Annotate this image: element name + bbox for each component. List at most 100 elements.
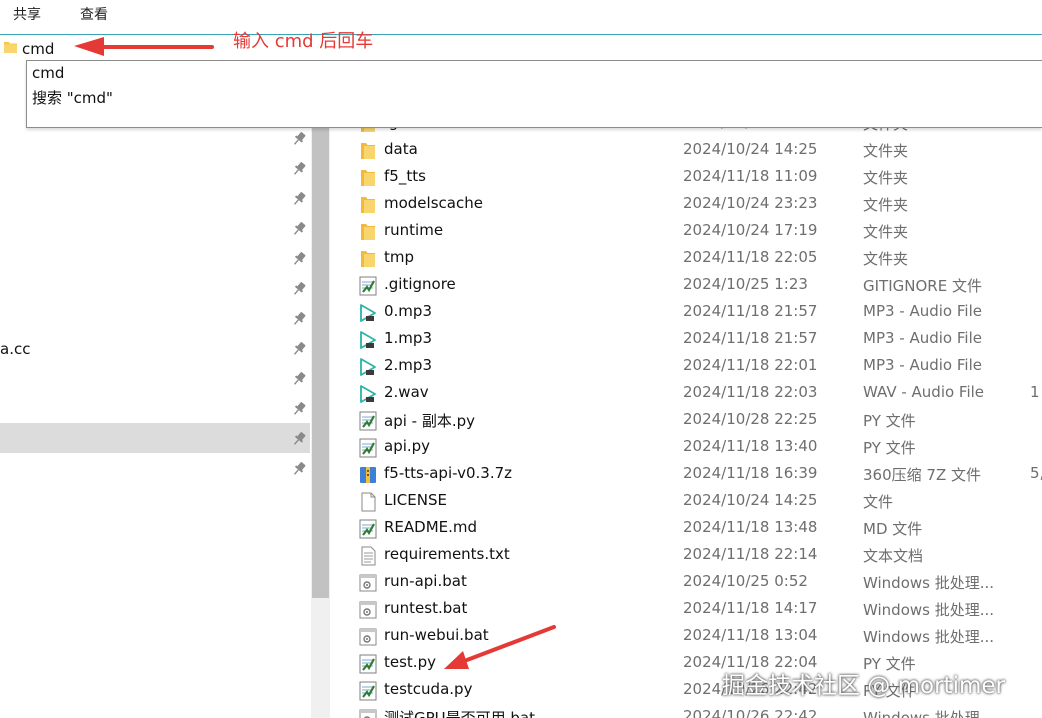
file-name: api - 副本.py xyxy=(384,412,475,430)
pin-icon[interactable] xyxy=(291,221,307,237)
file-date: 2024/10/24 14:25 xyxy=(683,140,818,158)
file-row[interactable]: f5_tts 2024/11/18 11:09 文件夹 xyxy=(330,164,1042,191)
pin-icon[interactable] xyxy=(291,131,307,147)
archive-icon xyxy=(360,467,376,483)
file-row[interactable]: run-api.bat 2024/10/25 0:52 Windows 批处理... xyxy=(330,569,1042,596)
dropdown-item-cmd[interactable]: cmd xyxy=(32,64,64,82)
file-row[interactable]: data 2024/10/24 14:25 文件夹 xyxy=(330,137,1042,164)
file-row[interactable]: api.py 2024/11/18 13:40 PY 文件 xyxy=(330,434,1042,461)
folder-icon xyxy=(361,197,375,213)
file-row[interactable]: 0.mp3 2024/11/18 21:57 MP3 - Audio File xyxy=(330,299,1042,326)
editor-file-icon xyxy=(359,654,377,674)
folder-icon xyxy=(361,170,375,186)
file-name: test.py xyxy=(384,653,436,671)
file-date: 2024/11/18 14:17 xyxy=(683,599,818,617)
file-row[interactable]: .gitignore 2024/10/25 1:23 GITIGNORE 文件 xyxy=(330,272,1042,299)
file-type: Windows 批处理... xyxy=(863,574,995,592)
audio-file-icon xyxy=(360,358,376,376)
file-row[interactable]: README.md 2024/11/18 13:48 MD 文件 xyxy=(330,515,1042,542)
folder-icon xyxy=(361,143,375,159)
pin-icon[interactable] xyxy=(291,341,307,357)
pin-icon[interactable] xyxy=(291,161,307,177)
nav-scrollbar-thumb[interactable] xyxy=(312,128,329,598)
file-date: 2024/11/18 13:04 xyxy=(683,626,818,644)
address-input[interactable] xyxy=(22,38,202,60)
pin-icon[interactable] xyxy=(291,281,307,297)
pin-icon[interactable] xyxy=(291,431,307,447)
blank-file-icon xyxy=(361,492,376,512)
file-row[interactable]: runtest.bat 2024/11/18 14:17 Windows 批处理..… xyxy=(330,596,1042,623)
file-row[interactable]: 2.wav 2024/11/18 22:03 WAV - Audio File 1 xyxy=(330,380,1042,407)
pin-icon[interactable] xyxy=(291,371,307,387)
file-row[interactable]: 1.mp3 2024/11/18 21:57 MP3 - Audio File xyxy=(330,326,1042,353)
dropdown-item-search-cmd[interactable]: 搜索 "cmd" xyxy=(32,87,113,108)
file-name: testcuda.py xyxy=(384,680,473,698)
address-autocomplete-dropdown: cmd 搜索 "cmd" xyxy=(26,60,1042,128)
file-name: README.md xyxy=(384,518,478,536)
file-type: MD 文件 xyxy=(863,520,923,538)
address-bar[interactable] xyxy=(0,36,1042,62)
file-type: 文件夹 xyxy=(863,169,909,187)
ribbon: 共享 查看 xyxy=(0,0,1042,30)
editor-file-icon xyxy=(359,411,377,431)
folder-icon xyxy=(361,251,375,267)
file-type: 文件夹 xyxy=(863,196,909,214)
nav-item-label[interactable]: a.cc xyxy=(0,340,30,358)
ribbon-tab-view[interactable]: 查看 xyxy=(80,4,108,24)
file-row[interactable]: runtime 2024/10/24 17:19 文件夹 xyxy=(330,218,1042,245)
file-name: .gitignore xyxy=(384,275,456,293)
file-type: MP3 - Audio File xyxy=(863,356,982,374)
watermark: 掘金技术社区 @ mortimer xyxy=(722,673,1005,699)
batch-file-icon xyxy=(359,574,377,592)
file-name: data xyxy=(384,140,418,158)
address-bar-focus-line xyxy=(0,34,1042,35)
file-name: f5-tts-api-v0.3.7z xyxy=(384,464,513,482)
file-name: 1.mp3 xyxy=(384,329,432,347)
audio-file-icon xyxy=(360,304,376,322)
folder-icon xyxy=(361,224,375,240)
file-row[interactable]: requirements.txt 2024/11/18 22:14 文本文档 xyxy=(330,542,1042,569)
file-row[interactable]: 测试GPU是否可用.bat 2024/10/26 22:42 Windows 批处理… xyxy=(330,704,1042,718)
file-name: runtime xyxy=(384,221,444,239)
pin-icon[interactable] xyxy=(291,401,307,417)
file-date: 2024/10/24 17:19 xyxy=(683,221,818,239)
file-type: WAV - Audio File xyxy=(863,383,985,401)
file-type: 文本文档 xyxy=(863,547,924,565)
file-row[interactable]: LICENSE 2024/10/24 14:25 文件 xyxy=(330,488,1042,515)
batch-file-icon xyxy=(359,709,377,718)
text-file-icon xyxy=(361,546,376,566)
file-row[interactable]: run-webui.bat 2024/11/18 13:04 Windows 批处理… xyxy=(330,623,1042,650)
file-date: 2024/10/24 23:23 xyxy=(683,194,818,212)
pin-icon[interactable] xyxy=(291,251,307,267)
file-date: 2024/11/18 22:14 xyxy=(683,545,818,563)
file-date: 2024/11/18 22:01 xyxy=(683,356,818,374)
ribbon-tab-share[interactable]: 共享 xyxy=(13,4,41,24)
pin-icon[interactable] xyxy=(291,191,307,207)
file-date: 2024/11/18 21:57 xyxy=(683,329,818,347)
file-type: MP3 - Audio File xyxy=(863,302,982,320)
file-row[interactable]: api - 副本.py 2024/10/28 22:25 PY 文件 xyxy=(330,407,1042,434)
file-name: 0.mp3 xyxy=(384,302,432,320)
file-date: 2024/11/18 16:39 xyxy=(683,464,818,482)
file-row[interactable]: modelscache 2024/10/24 23:23 文件夹 xyxy=(330,191,1042,218)
file-type: GITIGNORE 文件 xyxy=(863,277,982,295)
file-row[interactable]: 2.mp3 2024/11/18 22:01 MP3 - Audio File xyxy=(330,353,1042,380)
file-date: 2024/11/18 11:09 xyxy=(683,167,818,185)
folder-icon xyxy=(4,42,17,53)
file-type: Windows 批处理... xyxy=(863,628,995,646)
file-row[interactable]: f5-tts-api-v0.3.7z 2024/11/18 16:39 360压缩 … xyxy=(330,461,1042,488)
editor-file-icon xyxy=(359,438,377,458)
file-name: 2.mp3 xyxy=(384,356,432,374)
file-row[interactable]: tmp 2024/11/18 22:05 文件夹 xyxy=(330,245,1042,272)
file-type: 文件夹 xyxy=(863,223,909,241)
editor-file-icon xyxy=(359,681,377,701)
nav-item-selected[interactable] xyxy=(0,423,310,453)
file-list: .git2024/10/26 22:49文件夹data2024/10/24 14… xyxy=(330,110,1042,718)
file-date: 2024/10/26 22:42 xyxy=(683,707,818,718)
pin-icon[interactable] xyxy=(291,461,307,477)
file-date: 2024/10/28 22:25 xyxy=(683,410,818,428)
file-size: 5,87 xyxy=(1030,464,1042,482)
pin-icon[interactable] xyxy=(291,311,307,327)
file-name: tmp xyxy=(384,248,415,266)
file-type: 文件 xyxy=(863,493,894,511)
